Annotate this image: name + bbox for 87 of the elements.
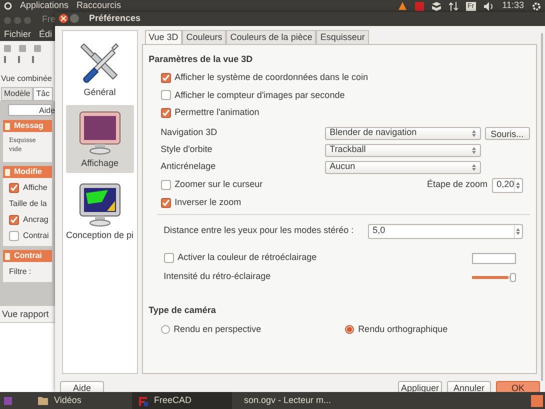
checkbox[interactable] (9, 183, 19, 193)
checkbox[interactable] (164, 253, 174, 263)
spin-box[interactable]: 0,20 (492, 178, 523, 192)
dropdown[interactable]: Aucun (324, 160, 481, 174)
checkbox-label: Permettre l'animation (174, 106, 260, 119)
note-icon (5, 252, 10, 260)
panel-title: Vue rapport (1, 308, 50, 321)
page-item[interactable]: Affichage (66, 105, 134, 172)
checkbox-label: Zoomer sur le curseur (174, 178, 263, 192)
monitor-icon (76, 180, 123, 228)
page-item[interactable]: Conception de pi (66, 176, 134, 244)
ok-button[interactable]: OK (496, 380, 540, 394)
field-label: Filtre : (9, 266, 32, 278)
checkbox-label: Ancrag (23, 214, 48, 226)
color-button[interactable] (472, 252, 516, 264)
menu-item[interactable]: Applications (20, 0, 69, 13)
square-icon[interactable] (414, 2, 424, 10)
checkbox[interactable] (160, 198, 171, 208)
folder-icon (38, 396, 48, 405)
checkbox[interactable] (160, 108, 171, 118)
menu-item[interactable]: Raccourcis (76, 0, 122, 13)
field-label: Taille de la (9, 198, 48, 210)
apply-button[interactable]: Appliquer (398, 380, 442, 394)
note-icon (5, 122, 10, 130)
monitor-icon (76, 109, 123, 157)
up-down-arrows-icon (516, 228, 520, 234)
close-button[interactable] (59, 14, 68, 24)
clock[interactable]: 11:33 (502, 0, 524, 13)
checkbox[interactable] (9, 231, 19, 241)
field-label: Navigation 3D (160, 126, 218, 140)
checkbox-label: Contrai (23, 230, 49, 242)
section-title: Paramètres de la vue 3D (148, 52, 254, 66)
mouse-button[interactable]: Souris... (484, 126, 530, 140)
checkbox-label: Affiche (23, 182, 48, 194)
menu-item[interactable]: Fichier (4, 28, 32, 42)
freecad-icon (138, 396, 148, 406)
dropdown[interactable]: Trackball (324, 144, 481, 156)
note-icon (5, 168, 10, 176)
dialog-title: Préférences (89, 12, 141, 25)
up-down-arrows-icon (472, 146, 476, 154)
checkbox[interactable] (160, 72, 171, 83)
tab[interactable]: Tâc (33, 87, 53, 101)
panel-title: Messag (14, 120, 44, 132)
box-icon[interactable] (432, 2, 441, 10)
network-icon[interactable] (448, 2, 458, 10)
radio-label: Rendu en perspective (174, 323, 262, 336)
panel-title: Contrai (14, 250, 42, 262)
field-label: Intensité du rétro-éclairage (164, 270, 271, 284)
radio-label: Rendu orthographique (358, 323, 448, 336)
settings-icon[interactable] (532, 2, 541, 10)
menu-item[interactable]: Édi (39, 28, 52, 42)
checkbox[interactable] (160, 90, 171, 100)
field-label: Étape de zoom (427, 178, 488, 192)
radio-button[interactable] (345, 325, 354, 334)
up-down-arrows-icon (516, 182, 520, 188)
section-title: Type de caméra (148, 304, 217, 317)
tab[interactable]: Modèle (1, 87, 34, 101)
taskbar-item[interactable]: son.ogv - Lecteur m... (232, 392, 332, 409)
radio-button[interactable] (160, 325, 170, 334)
taskbar-item[interactable]: Vidéos (32, 392, 132, 409)
tab[interactable]: Esquisseur (316, 30, 369, 44)
checkbox-label: Inverser le zoom (174, 196, 242, 210)
up-down-arrows-icon (472, 130, 476, 136)
dock-title: Vue combinée (0, 73, 53, 85)
field-label: Anticrénelage (160, 160, 217, 174)
field-label: Style d'orbite (160, 143, 214, 156)
page-item[interactable]: Général (66, 34, 134, 101)
window-title: Fre (42, 13, 56, 26)
tab[interactable]: Couleurs de la pièce (226, 30, 316, 44)
help-button[interactable]: Aide (60, 380, 104, 394)
checkbox-label: Afficher le système de coordonnées dans le coin (174, 71, 368, 84)
slider-handle[interactable] (510, 272, 516, 282)
panel-title: Modifie (14, 166, 42, 178)
report-area (0, 322, 55, 392)
checkbox-label: Activer la couleur de rétroéclairage (178, 251, 317, 264)
cancel-button[interactable]: Annuler (447, 380, 491, 394)
tab[interactable]: Vue 3D (144, 30, 182, 44)
checkbox[interactable] (160, 180, 171, 190)
checkbox[interactable] (9, 215, 19, 225)
taskbar-item[interactable]: FreeCAD (132, 392, 232, 409)
volume-icon[interactable] (484, 2, 494, 10)
spin-box[interactable]: 5,0 (368, 224, 523, 238)
up-down-arrows-icon (472, 164, 476, 170)
tab[interactable]: Couleurs (182, 30, 226, 44)
field-label: Distance entre les yeux pour les modes stéréo : (164, 224, 355, 238)
checkbox-label: Afficher le compteur d'images par seconde (174, 88, 345, 102)
dropdown[interactable]: Blender de navigation (324, 126, 481, 140)
